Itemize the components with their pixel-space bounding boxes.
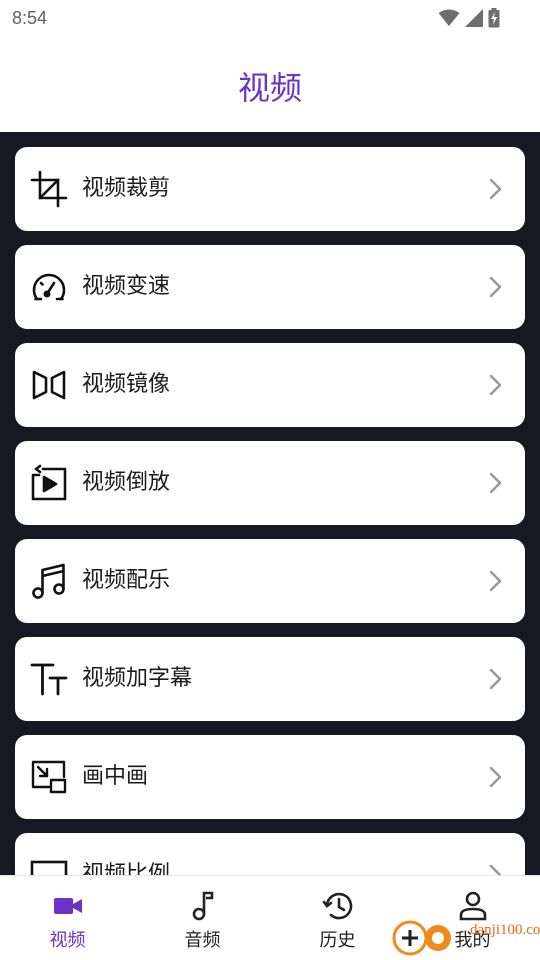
chevron-right-icon (489, 668, 502, 690)
menu-item-video-crop[interactable]: 视频裁剪 (15, 147, 525, 231)
text-size-icon (30, 663, 68, 696)
chevron-right-icon (489, 472, 502, 494)
reverse-play-icon (31, 464, 67, 501)
menu-item-label: 视频倒放 (82, 470, 171, 495)
menu-item-label: 视频配乐 (82, 568, 171, 593)
crop-icon (30, 170, 68, 208)
battery-icon (488, 8, 500, 28)
menu-item-label: 视频变速 (82, 274, 171, 299)
speedometer-icon (32, 273, 66, 301)
menu-item-video-speed[interactable]: 视频变速 (15, 245, 525, 329)
menu-item-picture-in-picture[interactable]: 画中画 (15, 735, 525, 819)
menu-item-label: 画中画 (82, 764, 149, 789)
status-time: 8:54 (12, 8, 48, 28)
nav-tab-audio[interactable]: 音频 (135, 876, 270, 960)
menu-item-label: 视频镜像 (82, 372, 171, 397)
page-title: 视频 (237, 69, 302, 107)
menu-item-video-music[interactable]: 视频配乐 (15, 539, 525, 623)
menu-item-video-subtitles[interactable]: 视频加字幕 (15, 637, 525, 721)
menu-item-label: 视频加字幕 (82, 666, 193, 691)
signal-icon (465, 9, 483, 27)
nav-label: 视频 (49, 930, 86, 951)
music-note-icon (192, 891, 214, 921)
status-bar: 8:54 (0, 0, 540, 36)
menu-item-video-aspect-ratio[interactable]: 视频比例 (15, 833, 525, 875)
chevron-right-icon (489, 276, 502, 298)
mirror-icon (32, 370, 66, 400)
status-icons (438, 6, 500, 30)
feature-list: 视频裁剪 视频变速 视频镜像 视频倒放 视频配乐 视频加字幕 画中画 视频比例 (0, 132, 540, 875)
chevron-right-icon (489, 178, 502, 200)
menu-item-label: 视频裁剪 (82, 176, 171, 201)
chevron-right-icon (489, 374, 502, 396)
menu-item-video-reverse[interactable]: 视频倒放 (15, 441, 525, 525)
history-icon (322, 892, 353, 920)
nav-tab-history[interactable]: 历史 (270, 876, 405, 960)
aspect-ratio-icon (30, 860, 68, 875)
menu-item-label: 视频比例 (82, 862, 171, 875)
nav-tab-video[interactable]: 视频 (0, 876, 135, 960)
chevron-right-icon (489, 570, 502, 592)
app-header: 视频 (0, 36, 540, 132)
chevron-right-icon (489, 766, 502, 788)
video-camera-icon (54, 898, 82, 914)
nav-label: 历史 (319, 930, 356, 951)
picture-in-picture-icon (31, 760, 67, 794)
menu-item-video-mirror[interactable]: 视频镜像 (15, 343, 525, 427)
nav-label: 音频 (184, 930, 221, 951)
wifi-icon (438, 9, 460, 26)
watermark-text: danji100.com (470, 922, 540, 938)
music-notes-icon (32, 563, 65, 599)
chevron-right-icon (489, 864, 502, 875)
